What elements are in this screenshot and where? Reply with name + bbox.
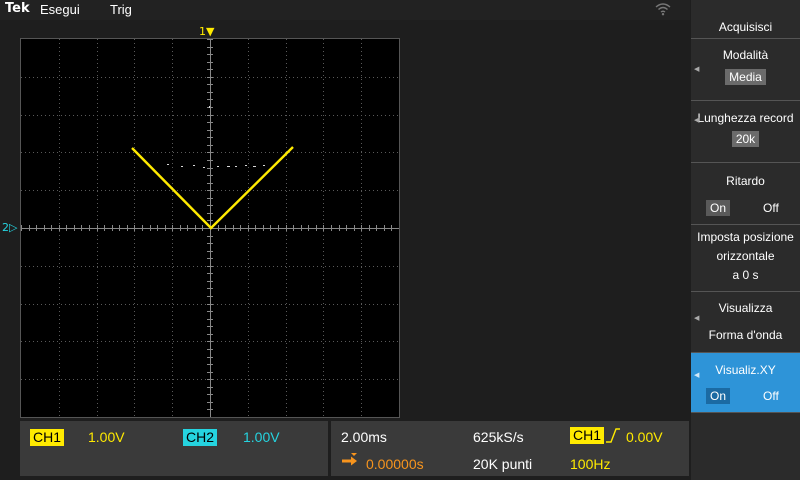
graticule [21, 39, 399, 417]
ch2-scale[interactable]: 1.00V [243, 429, 280, 446]
top-bar: Tek Esegui Trig ? [0, 0, 776, 20]
trigger-slope-icon [605, 427, 621, 448]
delay-value[interactable]: 0.00000s [366, 456, 424, 473]
hpos-line2: orizzontale [716, 249, 775, 263]
ch1-scale[interactable]: 1.00V [88, 429, 125, 446]
sample-rate: 625kS/s [473, 429, 524, 445]
delay-button[interactable]: Ritardo On Off [691, 162, 800, 224]
trigger-level[interactable]: 0.00V [626, 429, 663, 446]
display-arrow-icon: ◀ [694, 315, 700, 322]
side-menu-empty-slot [691, 412, 800, 480]
record-arrow-icon: ◀ [694, 117, 700, 124]
ch1-badge[interactable]: CH1 [30, 429, 65, 446]
horizontal-position-button[interactable]: Imposta posizione orizzontale a 0 s [691, 224, 800, 291]
trigger-frequency: 100Hz [570, 456, 611, 472]
acquisition-status-panel: 2.00ms 625kS/s CH1 0.00V 0.00000s 20K pu… [331, 421, 689, 476]
xy-off-option[interactable]: Off [763, 389, 779, 403]
ch2-badge[interactable]: CH2 [183, 429, 218, 446]
mode-button[interactable]: Modalità ◀ Media [691, 38, 800, 100]
xy-label: Visualiz.XY [715, 363, 776, 377]
ch2-ground-marker[interactable]: 2▷ [2, 221, 17, 234]
waveform-display[interactable] [20, 38, 400, 418]
acquire-side-menu: Acquisisci Modalità ◀ Media Lunghezza re… [691, 0, 800, 480]
hpos-line1: Imposta posizione [697, 230, 794, 244]
delay-label: Ritardo [726, 174, 765, 188]
mode-arrow-icon: ◀ [694, 66, 700, 73]
hpos-line3: a 0 s [732, 268, 759, 282]
record-length-button[interactable]: Lunghezza record ◀ 20k [691, 100, 800, 162]
menu-trig[interactable]: Trig [110, 2, 132, 17]
delay-off-option[interactable]: Off [763, 201, 779, 215]
display-label: Visualizza [718, 301, 773, 315]
menu-run[interactable]: Esegui [40, 2, 80, 17]
display-mode-button[interactable]: Visualizza ◀ Forma d'onda [691, 291, 800, 351]
tek-logo: Tek [5, 1, 30, 16]
xy-on-option[interactable]: On [706, 388, 731, 404]
mode-value: Media [725, 69, 766, 85]
xy-trace [131, 146, 294, 230]
timebase-value[interactable]: 2.00ms [341, 429, 387, 446]
wifi-icon [655, 2, 671, 19]
record-length-label: Lunghezza record [697, 111, 794, 125]
record-points: 20K punti [473, 456, 533, 472]
side-menu-title: Acquisisci [718, 20, 773, 34]
xy-display-button[interactable]: Visualiz.XY ◀ On Off [691, 352, 800, 412]
delay-arrow-icon [341, 453, 363, 474]
xy-arrow-icon: ◀ [694, 372, 700, 379]
trigger-position-marker[interactable]: 1▼ [199, 25, 214, 38]
record-length-value: 20k [731, 131, 760, 147]
display-value: Forma d'onda [708, 328, 783, 342]
trigger-source-badge[interactable]: CH1 [570, 427, 605, 444]
channel-status-panel: CH1 1.00V CH2 1.00V [20, 421, 328, 476]
delay-on-option[interactable]: On [706, 200, 731, 216]
mode-label: Modalità [722, 48, 769, 62]
